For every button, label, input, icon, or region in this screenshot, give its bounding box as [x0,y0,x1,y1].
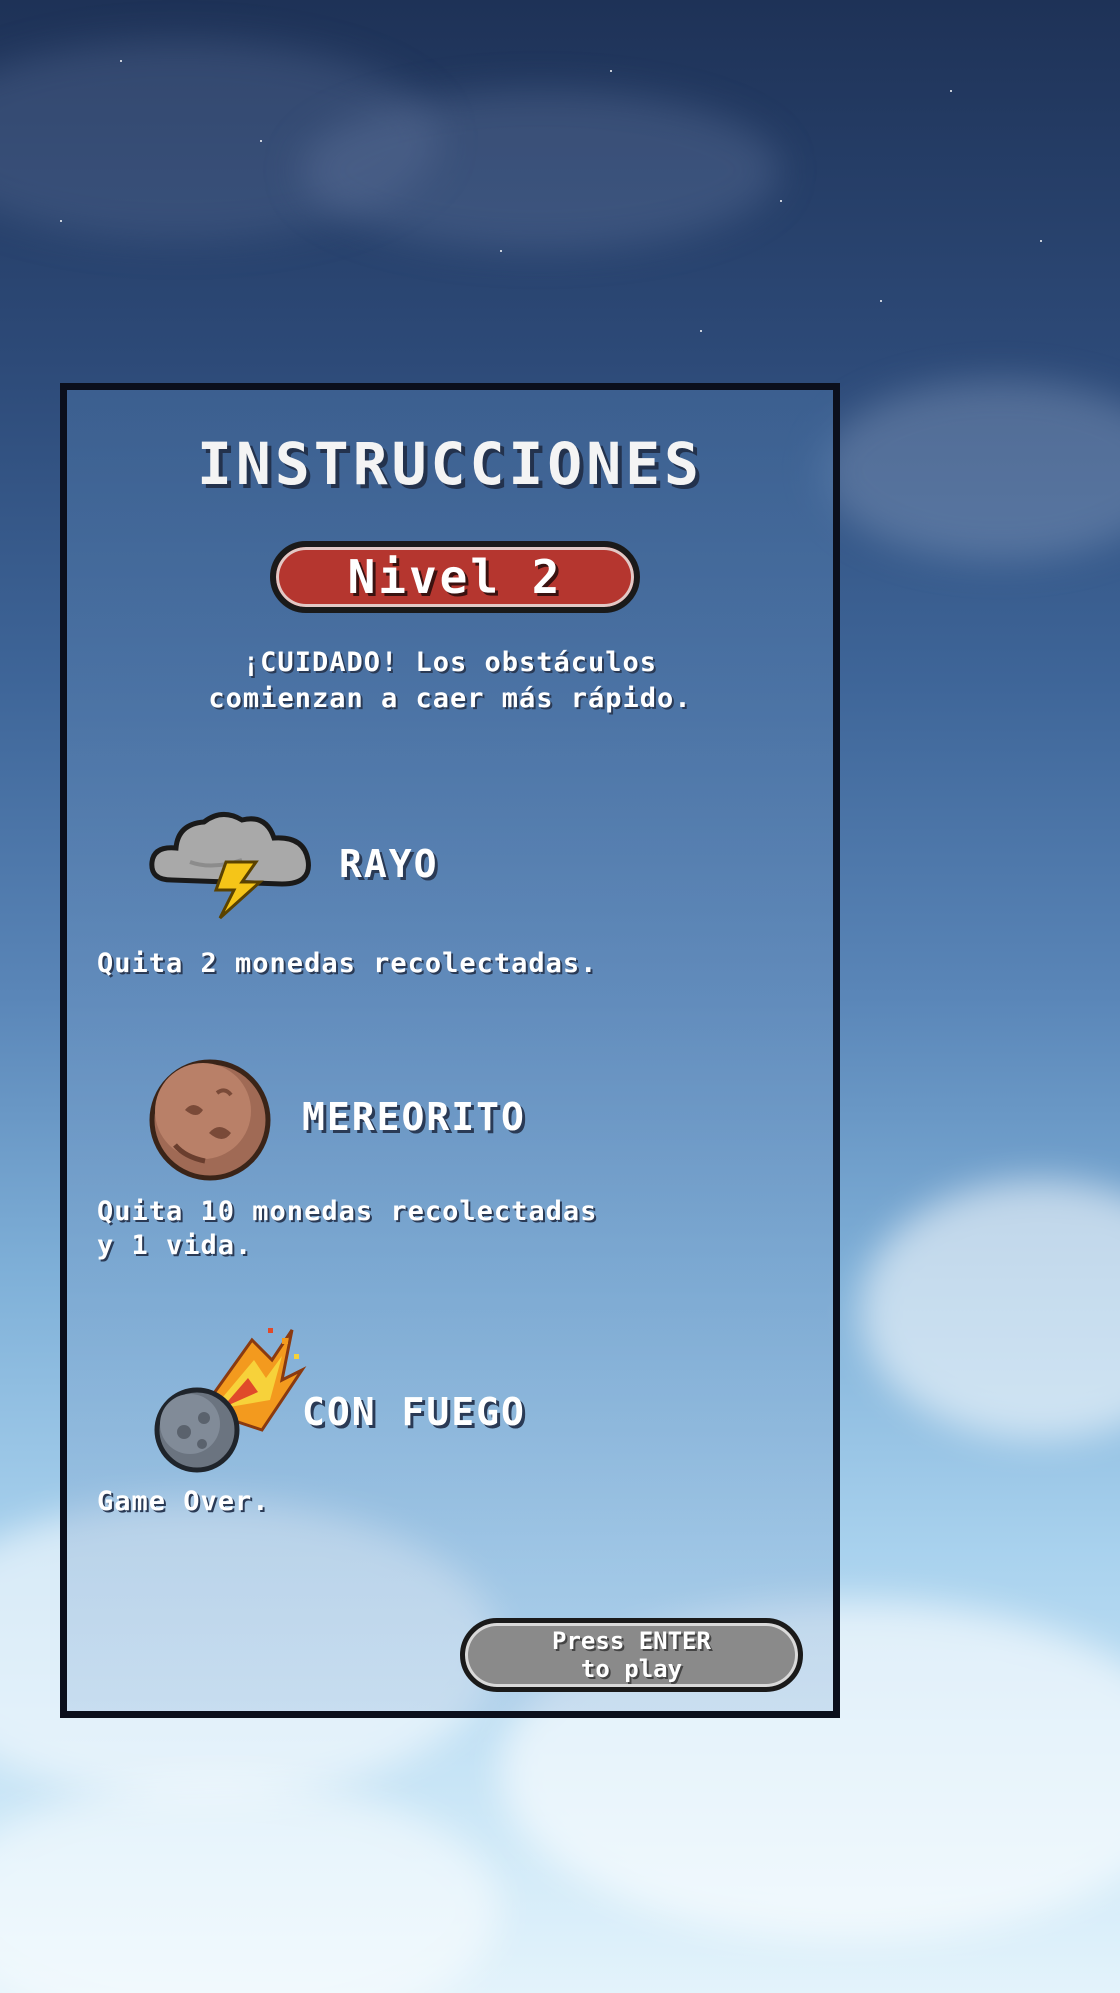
item-desc-rayo: Quita 2 monedas recolectadas. [97,947,813,981]
press-enter-line-2: to play [580,1655,683,1683]
press-enter-line-1: Press ENTER [552,1627,711,1655]
page-title: INSTRUCCIONES [197,430,703,498]
level-badge: Nivel 2 [270,541,640,613]
item-desc-mereorito: Quita 10 monedas recolectadas y 1 vida. [97,1195,813,1263]
item-title-rayo: RAYO [339,842,439,886]
item-title-mereorito: MEREORITO [302,1095,526,1139]
item-title-con-fuego: CON FUEGO [302,1390,526,1434]
item-desc-con-fuego: Game Over. [97,1485,813,1519]
item-desc-mereorito-line-1: Quita 10 monedas recolectadas [97,1196,598,1227]
lightning-cloud-icon [142,800,322,920]
meteorite-icon [145,1055,275,1185]
warning-line-2: comienzan a caer más rápido. [208,683,692,714]
item-desc-mereorito-line-2: y 1 vida. [97,1230,253,1261]
warning-text: ¡CUIDADO! Los obstáculos comienzan a cae… [87,645,813,717]
item-desc-rayo-line-1: Quita 2 monedas recolectadas. [97,948,598,979]
fire-meteor-icon [142,1320,312,1480]
press-enter-button[interactable]: Press ENTER to play [460,1618,803,1692]
warning-line-1: ¡CUIDADO! Los obstáculos [242,647,658,678]
item-desc-con-fuego-line-1: Game Over. [97,1486,270,1517]
instructions-panel: INSTRUCCIONES Nivel 2 ¡CUIDADO! Los obst… [60,383,840,1718]
